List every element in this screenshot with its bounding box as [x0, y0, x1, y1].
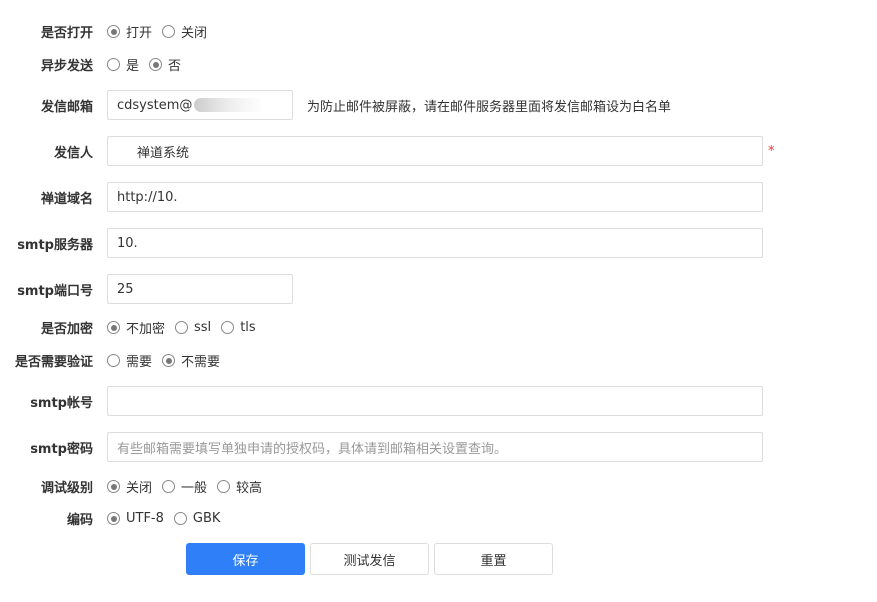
- radio-circle-icon[interactable]: [107, 480, 120, 493]
- row-from-email: 发信邮箱 cdsystem@ 为防止邮件被屏蔽，请在邮件服务器里面将发信邮箱设为白名…: [0, 90, 877, 120]
- row-debug: 调试级别 关闭 一般 较高: [0, 477, 877, 496]
- radio-label: 不加密: [126, 322, 166, 337]
- radio-async-0[interactable]: 是: [107, 55, 139, 74]
- radio-circle-icon[interactable]: [217, 480, 231, 493]
- hint: 为防止邮件被屏蔽，请在邮件服务器里面将发信邮箱设为白名单: [307, 99, 672, 115]
- radio-label: 是: [126, 59, 140, 74]
- radio-label: 一般: [181, 481, 208, 496]
- label: smtp帐号: [30, 395, 93, 411]
- row-charset: 编码 UTF-8 GBK: [0, 509, 877, 528]
- label: smtp服务器: [17, 237, 93, 253]
- radio-debug-1[interactable]: 一般: [162, 477, 207, 496]
- value: cdsystem@: [117, 97, 193, 113]
- radio-async-1[interactable]: 否: [149, 55, 181, 74]
- row-from-name: 发信人 禅道系统 *: [0, 136, 877, 166]
- row-smtp-host: smtp服务器 10.: [0, 228, 877, 258]
- radio-circle-icon[interactable]: [107, 321, 120, 334]
- radio-circle-icon[interactable]: [107, 354, 120, 367]
- radio-charset-1[interactable]: GBK: [173, 511, 221, 526]
- row-secure: 是否加密 不加密 ssl tls: [0, 318, 877, 337]
- radio-label: 否: [168, 59, 182, 74]
- test-send-button[interactable]: 测试发信: [310, 543, 429, 575]
- smtp-host-input[interactable]: 10.: [107, 228, 763, 258]
- radio-auth-0[interactable]: 需要: [107, 351, 152, 370]
- radio-open-1[interactable]: 关闭: [162, 22, 207, 41]
- smtp-user-input[interactable]: [107, 386, 763, 416]
- radio-circle-icon[interactable]: [173, 512, 187, 525]
- from-email-input[interactable]: cdsystem@: [107, 90, 293, 120]
- radio-circle-icon[interactable]: [221, 321, 235, 334]
- radio-debug-2[interactable]: 较高: [217, 477, 262, 496]
- label: 是否打开: [40, 26, 93, 41]
- radio-open-0[interactable]: 打开: [107, 22, 152, 41]
- save-button[interactable]: 保存: [186, 543, 305, 575]
- row-smtp-user: smtp帐号: [0, 386, 877, 416]
- radio-circle-icon[interactable]: [107, 58, 120, 71]
- label: 禅道域名: [40, 191, 93, 207]
- radio-circle-icon[interactable]: [162, 25, 176, 38]
- label: 是否需要验证: [14, 355, 93, 370]
- redaction: [194, 98, 265, 112]
- radio-label: UTF-8: [126, 511, 164, 526]
- radio-secure-0[interactable]: 不加密: [107, 318, 165, 337]
- reset-button[interactable]: 重置: [434, 543, 553, 575]
- row-smtp-pass: smtp密码 有些邮箱需要填写单独申请的授权码，具体请到邮箱相关设置查询。: [0, 432, 877, 462]
- radio-label: tls: [240, 320, 256, 335]
- label: 异步发送: [40, 59, 93, 74]
- radio-label: GBK: [192, 511, 221, 526]
- radio-secure-2[interactable]: tls: [221, 320, 256, 335]
- value: http://10.: [117, 189, 178, 205]
- radio-label: 关闭: [126, 481, 153, 496]
- radio-circle-icon[interactable]: [162, 354, 176, 367]
- row-open: 是否打开 打开 关闭: [0, 22, 877, 41]
- radio-label: ssl: [194, 320, 212, 335]
- domain-input[interactable]: http://10.: [107, 182, 763, 212]
- from-name-input[interactable]: 禅道系统: [107, 136, 763, 166]
- value: 25: [117, 281, 134, 297]
- value: 禅道系统: [137, 145, 190, 161]
- label: 发信邮箱: [40, 99, 93, 115]
- label: 发信人: [53, 145, 93, 161]
- placeholder: 有些邮箱需要填写单独申请的授权码，具体请到邮箱相关设置查询。: [117, 441, 508, 457]
- label: 编码: [66, 513, 93, 528]
- radio-secure-1[interactable]: ssl: [175, 320, 211, 335]
- row-domain: 禅道域名 http://10.: [0, 182, 877, 212]
- row-async: 异步发送 是 否: [0, 55, 877, 74]
- smtp-password-input[interactable]: 有些邮箱需要填写单独申请的授权码，具体请到邮箱相关设置查询。: [107, 432, 763, 462]
- radio-circle-icon[interactable]: [149, 58, 163, 71]
- label: smtp密码: [30, 441, 93, 457]
- radio-debug-0[interactable]: 关闭: [107, 477, 152, 496]
- smtp-port-input[interactable]: 25: [107, 274, 293, 304]
- value: 10.: [117, 235, 138, 251]
- row-smtp-port: smtp端口号 25: [0, 274, 877, 304]
- label: smtp端口号: [17, 283, 93, 299]
- radio-label: 不需要: [181, 355, 221, 370]
- radio-charset-0[interactable]: UTF-8: [107, 511, 164, 526]
- radio-label: 关闭: [181, 26, 208, 41]
- row-auth: 是否需要验证 需要 不需要: [0, 351, 877, 370]
- radio-auth-1[interactable]: 不需要: [162, 351, 220, 370]
- radio-label: 打开: [126, 26, 153, 41]
- radio-circle-icon[interactable]: [175, 321, 189, 334]
- radio-label: 较高: [236, 481, 263, 496]
- required-mark: *: [768, 143, 775, 159]
- radio-label: 需要: [126, 355, 153, 370]
- label: 是否加密: [40, 322, 93, 337]
- label: 调试级别: [40, 481, 93, 496]
- radio-circle-icon[interactable]: [107, 512, 120, 525]
- radio-circle-icon[interactable]: [107, 25, 120, 38]
- radio-circle-icon[interactable]: [162, 480, 176, 493]
